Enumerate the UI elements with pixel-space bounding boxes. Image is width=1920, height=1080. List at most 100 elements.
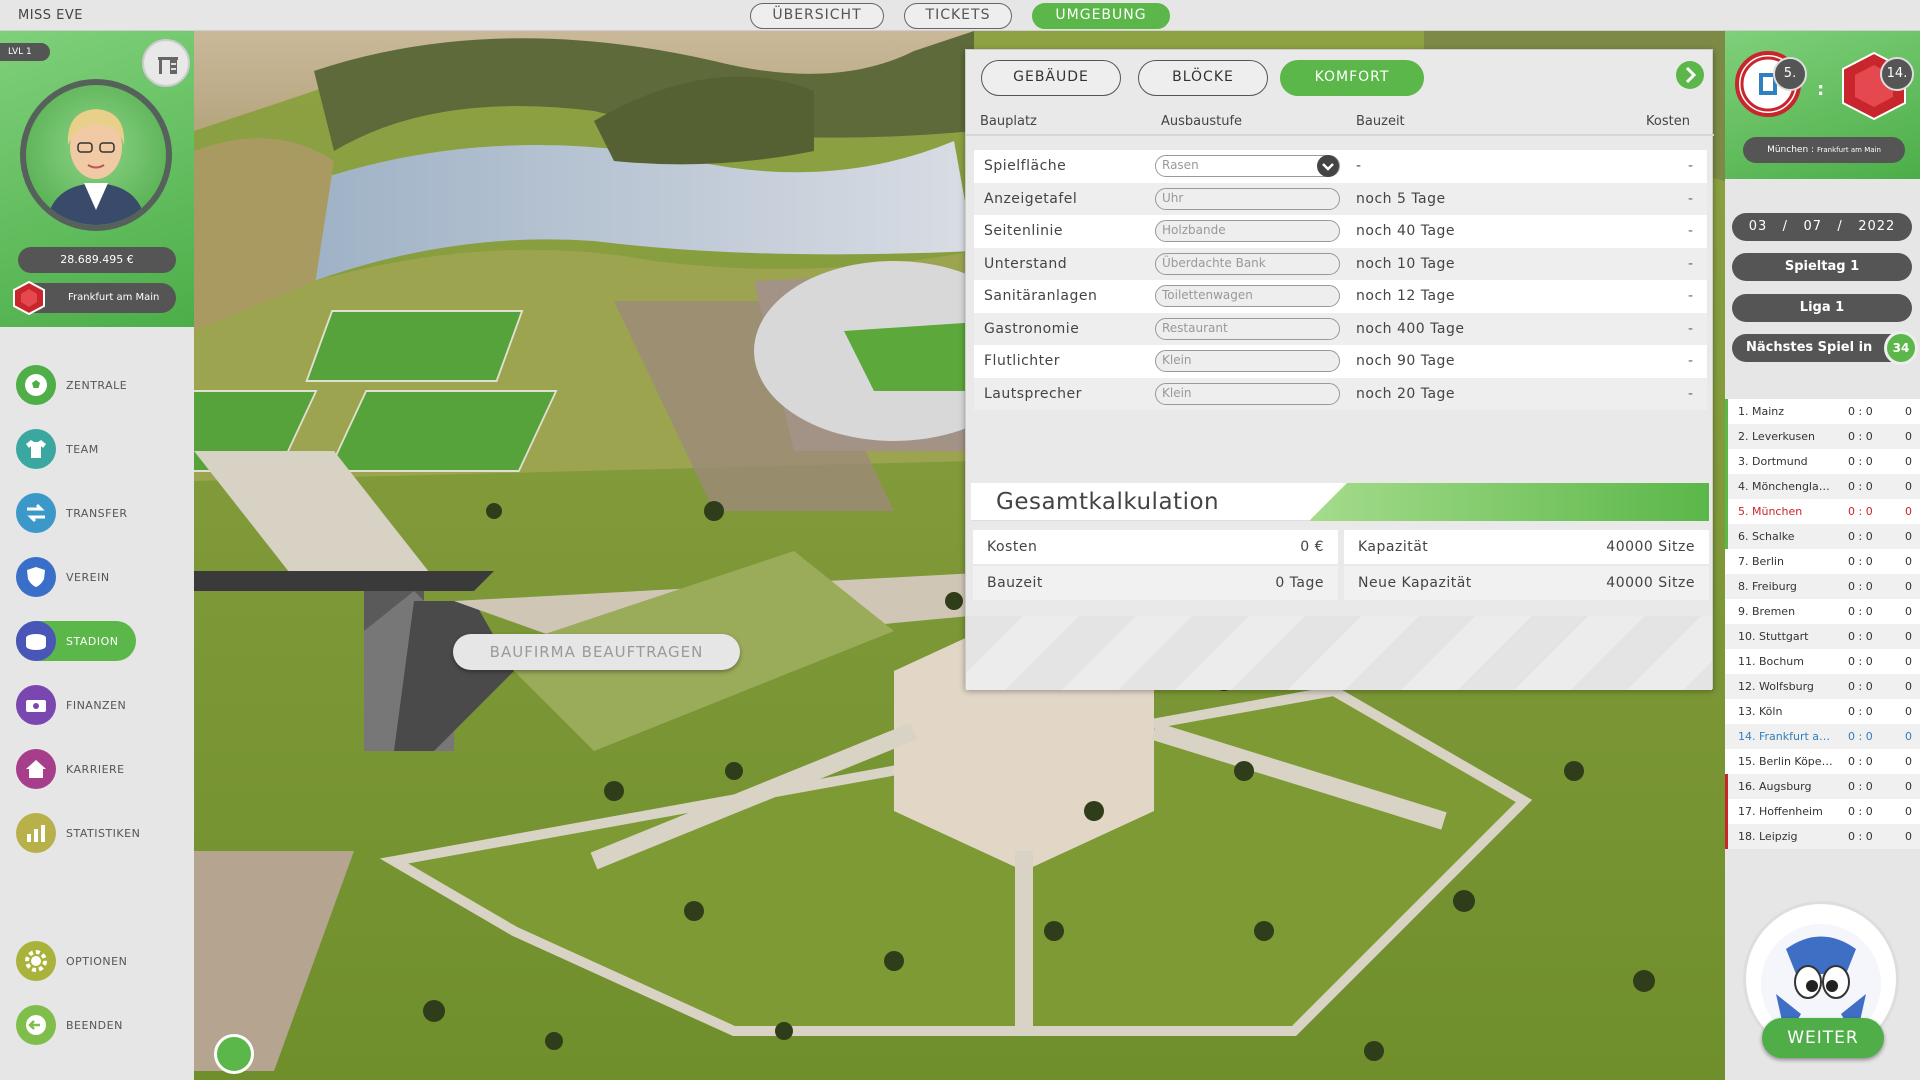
nav-label: TEAM	[66, 442, 99, 456]
stufe-select[interactable]: Restaurant	[1155, 317, 1340, 340]
level-badge: LVL 1	[0, 43, 50, 61]
goal-score: 0 : 0	[1848, 730, 1873, 743]
points: 0	[1905, 480, 1912, 493]
row-bauzeit: noch 5 Tage	[1356, 190, 1446, 207]
nav-item-verein[interactable]: VEREIN	[16, 557, 110, 597]
stufe-select[interactable]: Toilettenwagen	[1155, 285, 1340, 307]
row-kosten: -	[1687, 158, 1693, 174]
points: 0	[1905, 680, 1912, 693]
calc-value: 0 Tage	[1275, 575, 1324, 591]
table-row[interactable]: 5. München 0 : 0 0	[1725, 499, 1920, 524]
row-name: Anzeigetafel	[984, 190, 1078, 207]
right-sidebar: 5. : 14. München : Frankfurt am Main 03 …	[1725, 31, 1920, 1080]
stufe-select[interactable]: Holzbande	[1155, 220, 1340, 242]
table-row[interactable]: 15. Berlin Köpenick 0 : 0 0	[1725, 749, 1920, 774]
table-row[interactable]: 14. Frankfurt am Main 0 : 0 0	[1725, 724, 1920, 749]
team-name: 17. Hoffenheim	[1738, 805, 1823, 818]
nav-label: OPTIONEN	[66, 954, 128, 968]
table-row[interactable]: 1. Mainz 0 : 0 0	[1725, 399, 1920, 424]
row-name: Gastronomie	[984, 320, 1080, 337]
table-row[interactable]: 3. Dortmund 0 : 0 0	[1725, 449, 1920, 474]
team-name: 14. Frankfurt am Main	[1738, 730, 1833, 743]
nav-item-optionen[interactable]: OPTIONEN	[16, 941, 127, 981]
table-row[interactable]: 4. Mönchengladbach 0 : 0 0	[1725, 474, 1920, 499]
panel-next-button[interactable]	[1676, 61, 1704, 89]
chevron-down-icon	[1317, 155, 1339, 177]
table-row[interactable]: 9. Bremen 0 : 0 0	[1725, 599, 1920, 624]
table-row[interactable]: 13. Köln 0 : 0 0	[1725, 699, 1920, 724]
home-rank-badge: 5.	[1773, 57, 1807, 91]
next-match-label: Nächstes Spiel in	[1746, 340, 1873, 355]
table-row[interactable]: 2. Leverkusen 0 : 0 0	[1725, 424, 1920, 449]
tab-uebersicht[interactable]: ÜBERSICHT	[750, 3, 884, 29]
stufe-select[interactable]: Uhr	[1155, 187, 1340, 210]
stufe-select[interactable]: Klein	[1155, 382, 1340, 405]
table-row[interactable]: 11. Bochum 0 : 0 0	[1725, 649, 1920, 674]
nav-item-karriere[interactable]: KARRIERE	[16, 749, 125, 789]
calc-value: 0 €	[1300, 539, 1324, 555]
team-name: 7. Berlin	[1738, 555, 1784, 568]
goal-score: 0 : 0	[1848, 455, 1873, 468]
exit-arrow-icon	[16, 1005, 56, 1045]
table-row[interactable]: 16. Augsburg 0 : 0 0	[1725, 774, 1920, 799]
table-row[interactable]: 17. Hoffenheim 0 : 0 0	[1725, 799, 1920, 824]
hint-lightbulb-button[interactable]	[214, 1034, 254, 1074]
row-kosten: -	[1687, 385, 1693, 402]
table-row: Seitenlinie Holzbande noch 40 Tage -	[974, 215, 1707, 248]
table-row[interactable]: 10. Stuttgart 0 : 0 0	[1725, 624, 1920, 649]
desk-icon	[158, 57, 178, 74]
subtab-gebaeude[interactable]: GEBÄUDE	[981, 60, 1121, 96]
nav-item-finanzen[interactable]: FINANZEN	[16, 685, 126, 725]
table-row: Flutlichter Klein noch 90 Tage -	[974, 345, 1707, 378]
away-team-name: Frankfurt am Main	[1816, 146, 1881, 154]
left-sidebar: LVL 1 28.689.495 € Frankfurt am Main ZEN…	[0, 31, 194, 1080]
calendar-date: 03 / 07 / 2022	[1732, 213, 1912, 241]
table-row[interactable]: 7. Berlin 0 : 0 0	[1725, 549, 1920, 574]
points: 0	[1905, 655, 1912, 668]
tab-tickets[interactable]: TICKETS	[904, 3, 1012, 29]
player-name: MISS EVE	[18, 8, 84, 23]
nav-item-team[interactable]: TEAM	[16, 429, 99, 469]
money-icon	[16, 685, 56, 725]
calc-kapazitaet: Kapazität 40000 Sitze	[1344, 530, 1709, 564]
points: 0	[1905, 455, 1912, 468]
office-button[interactable]	[142, 39, 190, 87]
stufe-value: Holzbande	[1162, 223, 1226, 237]
table-row[interactable]: 18. Leipzig 0 : 0 0	[1725, 824, 1920, 849]
table-row[interactable]: 6. Schalke 0 : 0 0	[1725, 524, 1920, 549]
nav-item-stadion[interactable]: STADION	[16, 621, 137, 661]
continue-button[interactable]: WEITER	[1762, 1018, 1884, 1058]
next-match-card: 5. : 14. München : Frankfurt am Main	[1725, 31, 1920, 179]
row-name: Lautsprecher	[984, 385, 1082, 402]
nav-label: BEENDEN	[66, 1018, 123, 1032]
team-name: 1. Mainz	[1738, 405, 1785, 418]
home-team-name: München	[1767, 145, 1809, 155]
stadium-icon	[16, 621, 56, 661]
nav-item-zentrale[interactable]: ZENTRALE	[16, 365, 127, 405]
house-icon	[16, 749, 56, 789]
subtab-komfort[interactable]: KOMFORT	[1280, 60, 1424, 96]
table-row: Anzeigetafel Uhr noch 5 Tage -	[974, 182, 1707, 215]
table-row[interactable]: 8. Freiburg 0 : 0 0	[1725, 574, 1920, 599]
subtab-bloecke[interactable]: BLÖCKE	[1138, 60, 1268, 96]
goal-score: 0 : 0	[1848, 780, 1873, 793]
stufe-select[interactable]: Rasen	[1155, 155, 1340, 177]
tab-umgebung[interactable]: UMGEBUNG	[1032, 3, 1170, 29]
table-row[interactable]: 12. Wolfsburg 0 : 0 0	[1725, 674, 1920, 699]
chevron-right-icon	[1685, 66, 1697, 84]
club-name-label: Frankfurt am Main	[68, 292, 160, 303]
matchday-label: Spieltag 1	[1732, 253, 1912, 281]
goal-score: 0 : 0	[1848, 755, 1873, 768]
stufe-select[interactable]: Klein	[1155, 350, 1340, 372]
commission-construction-button[interactable]: BAUFIRMA BEAUFTRAGEN	[453, 634, 740, 670]
nav-item-transfer[interactable]: TRANSFER	[16, 493, 128, 533]
row-name: Flutlichter	[984, 353, 1061, 369]
nav-item-beenden[interactable]: BEENDEN	[16, 1005, 123, 1045]
nav-item-statistiken[interactable]: STATISTIKEN	[16, 813, 140, 853]
team-separator: :	[1811, 145, 1815, 155]
row-name: Seitenlinie	[984, 223, 1064, 239]
row-name: Spielfläche	[984, 158, 1067, 174]
stufe-value: Klein	[1162, 385, 1192, 400]
stufe-select[interactable]: Überdachte Bank	[1155, 252, 1340, 275]
row-kosten: -	[1687, 353, 1693, 369]
